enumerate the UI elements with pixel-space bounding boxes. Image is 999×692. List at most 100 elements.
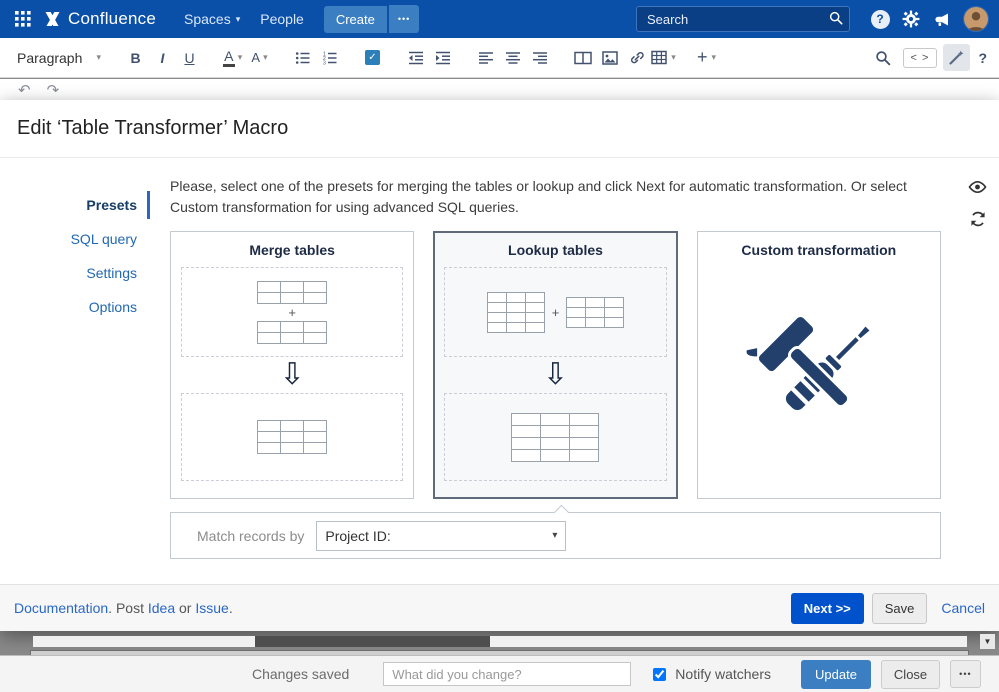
find-replace-button[interactable]: [871, 44, 896, 71]
save-button[interactable]: Save: [871, 592, 928, 624]
create-button[interactable]: Create: [323, 5, 387, 33]
align-center-button[interactable]: [500, 44, 525, 71]
dialog-tabs: Presets SQL query Settings Options: [0, 158, 150, 584]
horizontal-scrollbar-track[interactable]: [33, 636, 967, 647]
align-center-icon: [505, 51, 520, 64]
more-formatting-button[interactable]: A ▾: [247, 44, 272, 71]
help-button[interactable]: ?: [867, 6, 893, 32]
user-avatar[interactable]: [963, 6, 989, 32]
tab-settings[interactable]: Settings: [0, 256, 150, 290]
tab-presets[interactable]: Presets: [0, 188, 150, 222]
preset-card-custom[interactable]: Custom transformation: [696, 231, 941, 499]
align-left-icon: [478, 51, 493, 64]
bottom-editor-bar: Changes saved Notify watchers Update Clo…: [0, 655, 999, 692]
editor-help-button[interactable]: ?: [978, 50, 987, 66]
cancel-button[interactable]: Cancel: [941, 600, 985, 616]
page-layout-button[interactable]: [570, 44, 595, 71]
change-comment-input[interactable]: [383, 662, 632, 686]
source-view-button[interactable]: < >: [902, 47, 938, 68]
mini-table: [257, 320, 328, 344]
magic-wand-icon: [949, 50, 965, 65]
notify-watchers-label: Notify watchers: [675, 666, 771, 682]
navbar-search: [636, 6, 850, 32]
tools-icon: [746, 313, 874, 413]
table-icon: [651, 50, 667, 65]
task-list-button[interactable]: ✓: [360, 44, 385, 71]
plus-icon: +: [696, 47, 708, 67]
notify-watchers-checkbox[interactable]: [653, 667, 667, 681]
refresh-button[interactable]: [969, 210, 987, 233]
tab-options[interactable]: Options: [0, 290, 150, 324]
chevron-down-icon: ▾: [711, 52, 717, 62]
close-button[interactable]: Close: [880, 659, 941, 689]
next-button[interactable]: Next >>: [790, 592, 864, 624]
undo-icon[interactable]: ↶: [18, 81, 31, 99]
insert-link-button[interactable]: [624, 44, 649, 71]
mini-table: [257, 420, 328, 454]
link-icon: [630, 51, 644, 63]
idea-link[interactable]: Idea: [148, 600, 175, 616]
indent-button[interactable]: [430, 44, 455, 71]
align-right-button[interactable]: [527, 44, 552, 71]
dialog-footer-buttons: Next >> Save Cancel: [790, 592, 985, 624]
preset-card-lookup[interactable]: Lookup tables + ⇩: [433, 231, 678, 499]
macro-wand-button[interactable]: [943, 44, 971, 71]
nav-spaces-label: Spaces: [184, 11, 231, 27]
dialog-title: Edit ‘Table Transformer’ Macro: [0, 100, 999, 158]
match-records-label: Match records by: [197, 527, 305, 544]
confluence-mark-icon: [45, 12, 60, 26]
scroll-down-button[interactable]: ▼: [980, 634, 995, 649]
match-records-select[interactable]: Project ID: ▾: [316, 520, 567, 551]
eye-icon: [968, 180, 987, 194]
macro-dialog: Edit ‘Table Transformer’ Macro Presets S…: [0, 100, 999, 631]
text-color-icon: A: [222, 49, 235, 67]
task-list-icon: ✓: [365, 50, 380, 65]
numbered-list-button[interactable]: 123: [317, 44, 342, 71]
numbered-list-icon: 123: [323, 51, 336, 66]
underline-button[interactable]: U: [177, 44, 202, 71]
plus-icon: +: [551, 304, 560, 320]
documentation-link[interactable]: Documentation: [14, 600, 108, 616]
outdent-button[interactable]: [403, 44, 428, 71]
nav-people[interactable]: People: [250, 11, 314, 27]
redo-icon[interactable]: ↷: [47, 81, 60, 99]
preview-button[interactable]: [968, 178, 987, 201]
update-button[interactable]: Update: [801, 659, 871, 689]
italic-button[interactable]: I: [150, 44, 175, 71]
format-icon: A: [251, 50, 261, 65]
issue-link[interactable]: Issue: [195, 600, 228, 616]
bullet-list-button[interactable]: [290, 44, 315, 71]
insert-table-button[interactable]: ▾: [651, 44, 676, 71]
horizontal-scrollbar-thumb[interactable]: [255, 636, 490, 647]
chevron-down-icon: ▾: [552, 530, 558, 541]
merge-source-zone: +: [181, 267, 404, 357]
preset-card-merge[interactable]: Merge tables + ⇩: [170, 231, 415, 499]
nav-people-label: People: [260, 11, 304, 27]
lookup-source-zone: +: [444, 267, 667, 357]
settings-button[interactable]: [898, 6, 924, 32]
avatar-image: [964, 7, 988, 31]
nav-spaces[interactable]: Spaces ▾: [174, 11, 250, 27]
notify-watchers-toggle[interactable]: Notify watchers: [649, 665, 771, 684]
confluence-logo[interactable]: Confluence: [44, 9, 156, 29]
search-input[interactable]: [636, 6, 850, 32]
editor-toolbar: Paragraph ▾ B I U A ▾ A ▾ 123 ✓ ▾ + ▾ < …: [0, 38, 999, 78]
custom-tools-wrap: [743, 267, 895, 486]
mini-table: [257, 280, 328, 304]
insert-files-button[interactable]: [597, 44, 622, 71]
transform-arrow-icon: ⇩: [542, 358, 569, 391]
create-more-button[interactable]: •••: [388, 5, 420, 33]
paragraph-style-dropdown[interactable]: Paragraph ▾: [13, 44, 105, 71]
preset-cards: Merge tables + ⇩ Lookup tables + ⇩ Custo…: [170, 231, 941, 499]
app-switcher-icon[interactable]: [10, 6, 36, 32]
text-color-button[interactable]: A ▾: [220, 44, 245, 71]
bold-button[interactable]: B: [123, 44, 148, 71]
insert-more-content-button[interactable]: + ▾: [694, 44, 719, 71]
search-icon: [876, 50, 891, 65]
tab-sql-query[interactable]: SQL query: [0, 222, 150, 256]
align-right-icon: [532, 51, 547, 64]
align-left-button[interactable]: [473, 44, 498, 71]
more-options-button[interactable]: •••: [950, 660, 981, 688]
feedback-button[interactable]: [929, 6, 955, 32]
preset-card-title: Custom transformation: [741, 242, 897, 258]
